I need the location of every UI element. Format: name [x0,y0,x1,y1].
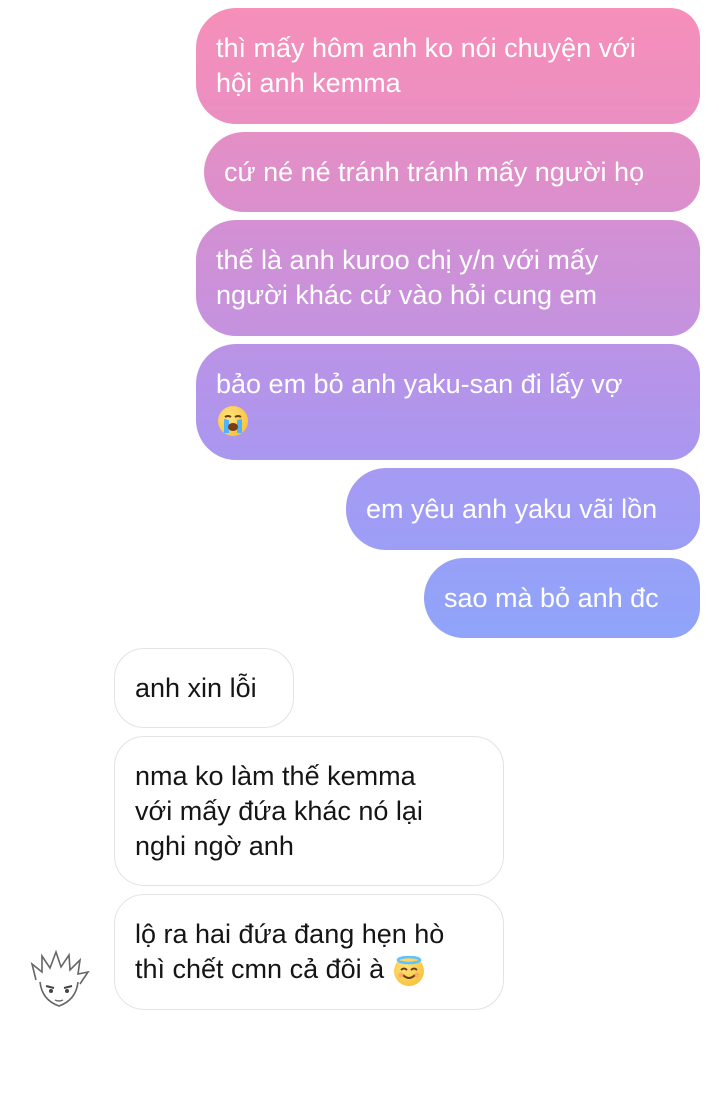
message-text: bảo em bỏ anh yaku-san đi lấy vợ [216,367,622,437]
message-text: sao mà bỏ anh đc [444,582,659,613]
message-bubble-incoming[interactable]: nma ko làm thế kemma với mấy đứa khác nó… [114,736,504,886]
message-text: nma ko làm thế kemma với mấy đứa khác nó… [135,760,423,861]
contact-avatar-icon[interactable] [30,0,80,4]
crying-face-emoji-icon [218,405,248,436]
message-bubble-outgoing[interactable]: thế là anh kuroo chị y/n với mấy người k… [196,220,700,336]
contact-avatar-icon[interactable] [28,950,90,1010]
message-text: em yêu anh yaku vãi lồn [366,493,658,524]
chat-thread: thì mấy hôm anh ko nói chuyện với hội an… [0,0,719,1010]
message-bubble-incoming[interactable]: anh xin lỗi [114,648,294,728]
message-bubble-outgoing[interactable]: sao mà bỏ anh đc [424,558,700,638]
message-bubble-outgoing[interactable]: cứ né né tránh tránh mấy người họ [204,132,700,212]
smiling-face-with-halo-emoji-icon [393,955,424,986]
message-text: anh xin lỗi [135,672,257,703]
message-text: cứ né né tránh tránh mấy người họ [224,156,645,187]
message-bubble-incoming[interactable]: lộ ra hai đứa đang hẹn hò thì chết cmn c… [114,894,504,1010]
message-bubble-outgoing[interactable]: thì mấy hôm anh ko nói chuyện với hội an… [196,8,700,124]
message-text: lộ ra hai đứa đang hẹn hò thì chết cmn c… [135,919,445,986]
message-bubble-outgoing[interactable]: bảo em bỏ anh yaku-san đi lấy vợ [196,344,700,460]
message-bubble-outgoing[interactable]: em yêu anh yaku vãi lồn [346,468,700,550]
message-text: thì mấy hôm anh ko nói chuyện với hội an… [216,33,636,98]
message-text: thế là anh kuroo chị y/n với mấy người k… [216,245,599,310]
